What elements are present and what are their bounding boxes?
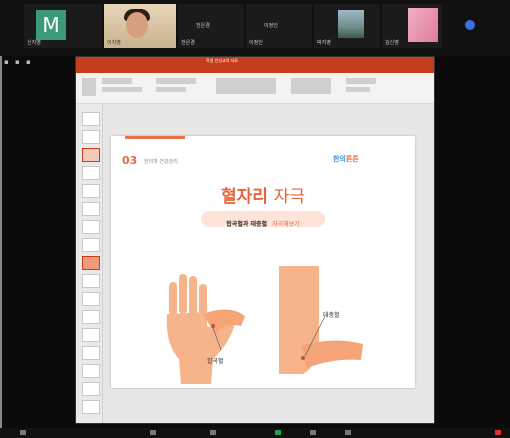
google-icon[interactable]: [465, 20, 475, 30]
slide-thumbnail[interactable]: [82, 184, 100, 198]
participants-icon[interactable]: [345, 430, 351, 435]
font-box[interactable]: [102, 78, 132, 84]
brand-logo: 한의튼튼: [333, 154, 359, 164]
shapes-gallery[interactable]: [216, 78, 276, 94]
slide-thumbnail[interactable]: [82, 130, 100, 144]
slide-thumbnail[interactable]: [82, 364, 100, 378]
participant-strip: M 신지영 이지영 천은경 천은경 이정인 이정인 박지영 김신영 ▪ ▪ ▪: [0, 0, 510, 66]
slide-title: 혈자리 자극: [111, 182, 415, 207]
participant-name: 이지영: [107, 40, 121, 46]
acupoint-dot: [301, 356, 305, 360]
slide-thumbnail[interactable]: [82, 328, 100, 342]
slide-thumbnail[interactable]: [82, 400, 100, 414]
arrange-button[interactable]: [291, 78, 331, 94]
select-button[interactable]: [346, 87, 370, 92]
foot-illustration: [279, 266, 363, 374]
logo-sub: 튼튼: [345, 155, 359, 163]
leave-button[interactable]: [495, 430, 501, 435]
slide-thumbnail[interactable]: [82, 202, 100, 216]
participant-name: 김신영: [385, 40, 399, 46]
video-pink: [408, 8, 438, 42]
accent-line: [125, 136, 185, 139]
slide-canvas: 03 한의학 건강관리 한의튼튼 혈자리 자극 합곡혈과 태충혈 자극해보기 합…: [111, 136, 415, 388]
slide-thumbnail[interactable]: [82, 346, 100, 360]
participant-center-name: 천은경: [196, 23, 210, 29]
record-icon[interactable]: [275, 430, 281, 435]
hand-illustration: [166, 274, 245, 384]
slide-thumbnails: [76, 104, 103, 423]
paragraph-buttons[interactable]: [156, 78, 196, 84]
section-number: 03: [122, 154, 138, 167]
participant-tile[interactable]: 천은경 천은경: [178, 4, 244, 48]
camera-icon[interactable]: [150, 430, 156, 435]
slide-thumbnail[interactable]: [82, 238, 100, 252]
participant-name: 박지영: [317, 40, 331, 46]
participant-name: 천은경: [181, 40, 195, 46]
align-buttons[interactable]: [156, 87, 186, 92]
section-title: 한의학 건강관리: [144, 159, 178, 165]
title-bold: 혈자리: [220, 187, 268, 207]
ribbon-tabs: 파일 홈 삽입 디자인 전환 애니메이션 슬라이드 쇼 검토 보기: [76, 66, 434, 82]
label-hand: 합곡혈: [207, 358, 224, 365]
logo-main: 한의: [333, 155, 346, 163]
ribbon-toolbar: [76, 73, 434, 104]
label-foot: 태충혈: [323, 312, 340, 319]
more-dots-icon[interactable]: ▪ ▪ ▪: [4, 58, 33, 66]
participant-tile[interactable]: 박지영: [314, 4, 380, 48]
slide-thumbnail[interactable]: [82, 148, 100, 162]
subtitle-bold: 합곡혈과 태충혈: [226, 221, 268, 228]
slide-thumbnail[interactable]: [82, 256, 100, 270]
slide-thumbnail[interactable]: [82, 292, 100, 306]
participant-name: 이정인: [249, 40, 263, 46]
avatar: M: [36, 10, 66, 40]
paste-button[interactable]: [82, 78, 96, 96]
mic-icon[interactable]: [20, 430, 26, 435]
title-light: 자극: [273, 187, 306, 207]
participant-tile[interactable]: 김신영: [382, 4, 442, 48]
slide-thumbnail[interactable]: [82, 382, 100, 396]
format-buttons[interactable]: [102, 87, 142, 92]
video-lake: [338, 10, 364, 38]
slide-thumbnail[interactable]: [82, 112, 100, 126]
participant-name: 신지영: [27, 40, 41, 46]
chat-icon[interactable]: [310, 430, 316, 435]
window-title: 학생 인성교육 자료: [206, 58, 238, 63]
participant-tile[interactable]: 이지영: [104, 4, 176, 48]
participant-tile[interactable]: M 신지영: [24, 4, 102, 48]
slide-thumbnail[interactable]: [82, 274, 100, 288]
subtitle-pill: 합곡혈과 태충혈 자극해보기: [201, 211, 325, 228]
slide-thumbnail[interactable]: [82, 310, 100, 324]
subtitle-light: 자극해보기: [272, 221, 300, 228]
find-button[interactable]: [346, 78, 376, 84]
participant-center-name: 이정인: [264, 23, 278, 29]
share-icon[interactable]: [210, 430, 216, 435]
acupoint-dot: [211, 324, 215, 328]
slide-thumbnail[interactable]: [82, 166, 100, 180]
participant-tile[interactable]: 이정인 이정인: [246, 4, 312, 48]
ppt-titlebar: 학생 인성교육 자료: [76, 57, 434, 66]
meeting-toolbar: [0, 428, 510, 438]
video-face: [126, 12, 148, 38]
window-edge: [0, 0, 2, 438]
slide-thumbnail[interactable]: [82, 220, 100, 234]
